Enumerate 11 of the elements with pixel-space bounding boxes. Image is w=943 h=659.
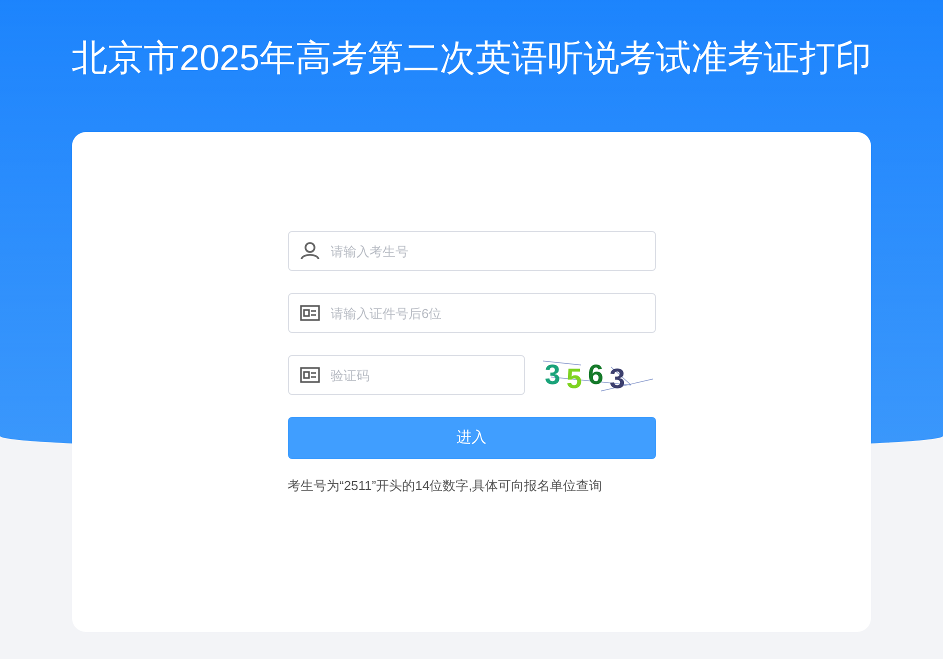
- hint-text: 考生号为“2511”开头的14位数字,具体可向报名单位查询: [288, 477, 604, 495]
- captcha-digit: 3: [544, 361, 560, 389]
- card-icon: [300, 367, 320, 383]
- captcha-digit: 6: [588, 361, 604, 389]
- id-card-icon: [300, 305, 320, 321]
- input-field[interactable]: 请输入证件号后6位: [288, 293, 656, 333]
- input-field[interactable]: 请输入考生号: [288, 231, 656, 271]
- user-icon: [300, 242, 320, 260]
- captcha-digit: 5: [566, 365, 582, 393]
- page-title: 北京市2025年高考第二次英语听说考试准考证打印: [71, 36, 872, 80]
- input-field[interactable]: 验证码: [288, 355, 525, 395]
